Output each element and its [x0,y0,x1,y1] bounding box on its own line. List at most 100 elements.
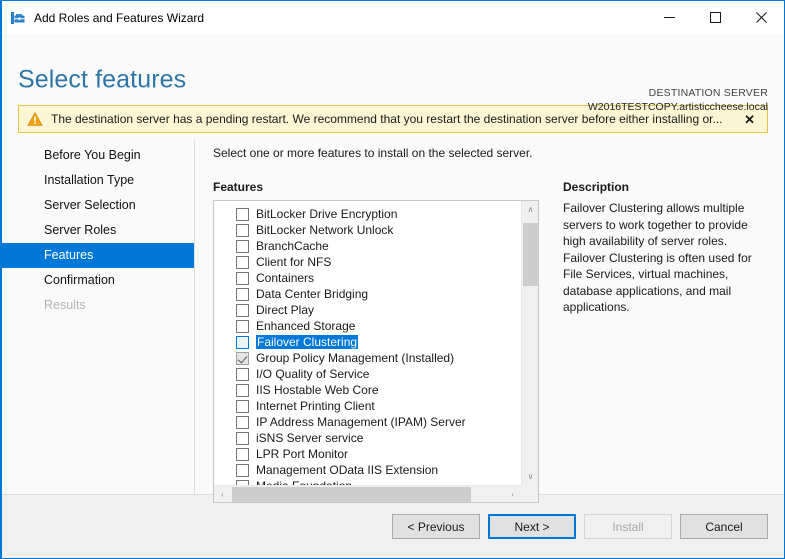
scrollbar-corner [521,485,538,502]
horizontal-scrollbar-thumb[interactable] [232,487,471,502]
list-item[interactable]: iSNS Server service [214,430,521,446]
checkbox[interactable] [236,304,249,317]
list-item-label: Enhanced Storage [256,319,355,333]
list-item[interactable]: LPR Port Monitor [214,446,521,462]
list-item-label: Containers [256,271,314,285]
minimize-icon [664,12,675,23]
checkbox[interactable] [236,432,249,445]
list-item[interactable]: BitLocker Network Unlock [214,222,521,238]
scroll-right-icon[interactable]: › [504,486,521,503]
sidebar-item-before-you-begin[interactable]: Before You Begin [2,143,194,168]
list-item-label: BitLocker Drive Encryption [256,207,397,221]
list-item[interactable]: IIS Hostable Web Core [214,382,521,398]
features-pane: Features BitLocker Drive Encryption [213,180,539,503]
features-horizontal-scrollbar[interactable]: ‹ › [214,485,521,502]
features-heading: Features [213,180,539,194]
list-item-label: LPR Port Monitor [256,447,348,461]
title-bar: Add Roles and Features Wizard [2,1,784,34]
content-area: Select one or more features to install o… [195,139,784,494]
list-item-label: Internet Printing Client [256,399,375,413]
scroll-up-icon[interactable]: ∧ [522,201,539,218]
features-vertical-scrollbar[interactable]: ∧ ∨ [521,201,538,485]
checkbox[interactable] [236,256,249,269]
checkbox[interactable] [236,400,249,413]
checkbox[interactable] [236,208,249,221]
close-button[interactable] [738,1,784,34]
minimize-button[interactable] [646,1,692,34]
page-title: Select features [18,66,186,95]
list-item[interactable]: BranchCache [214,238,521,254]
sidebar-item-confirmation[interactable]: Confirmation [2,268,194,293]
checkbox[interactable] [236,288,249,301]
destination-server-label: DESTINATION SERVER [588,86,768,100]
maximize-button[interactable] [692,1,738,34]
checkbox[interactable] [236,384,249,397]
list-item-label: BitLocker Network Unlock [256,223,393,237]
checkbox[interactable] [236,336,249,349]
description-heading: Description [563,180,768,194]
install-button: Install [584,514,672,539]
previous-button[interactable]: < Previous [392,514,480,539]
checkbox[interactable] [236,240,249,253]
features-listbox[interactable]: BitLocker Drive Encryption BitLocker Net… [213,200,539,503]
checkbox[interactable] [236,464,249,477]
list-item-label: Data Center Bridging [256,287,368,301]
next-button[interactable]: Next > [488,514,576,539]
list-item-label: Failover Clustering [256,335,358,349]
list-item-label: Group Policy Management (Installed) [256,351,454,365]
checkbox[interactable] [236,224,249,237]
cancel-button[interactable]: Cancel [680,514,768,539]
content-subtitle: Select one or more features to install o… [213,146,768,160]
list-item-label: Direct Play [256,303,314,317]
list-item[interactable]: Enhanced Storage [214,318,521,334]
checkbox[interactable] [236,272,249,285]
list-item-label: Management OData IIS Extension [256,463,438,477]
list-item[interactable]: Internet Printing Client [214,398,521,414]
list-item[interactable]: Management OData IIS Extension [214,462,521,478]
add-roles-and-features-wizard-window: Add Roles and Features Wizard Select fea… [0,0,785,559]
description-pane: Description Failover Clustering allows m… [539,180,768,503]
checkbox[interactable] [236,320,249,333]
sidebar-item-installation-type[interactable]: Installation Type [2,168,194,193]
toolbox-icon [10,10,26,26]
list-item-label: I/O Quality of Service [256,367,369,381]
window-controls [646,1,784,34]
features-list-viewport: BitLocker Drive Encryption BitLocker Net… [214,201,521,485]
checkbox[interactable] [236,448,249,461]
scroll-down-icon[interactable]: ∨ [522,468,539,485]
content-panes: Features BitLocker Drive Encryption [213,180,768,503]
list-item-failover-clustering[interactable]: Failover Clustering [214,334,521,350]
features-list: BitLocker Drive Encryption BitLocker Net… [214,201,521,485]
list-item[interactable]: Data Center Bridging [214,286,521,302]
list-item[interactable]: Media Foundation [214,478,521,485]
checkbox[interactable] [236,416,249,429]
checkbox[interactable] [236,368,249,381]
warning-triangle-icon [27,111,43,127]
list-item[interactable]: Containers [214,270,521,286]
list-item[interactable]: Client for NFS [214,254,521,270]
destination-server-block: DESTINATION SERVER W2016TESTCOPY.artisti… [588,86,768,114]
wizard-step-navigation: Before You Begin Installation Type Serve… [2,139,195,494]
description-text: Failover Clustering allows multiple serv… [563,200,768,316]
list-item[interactable]: BitLocker Drive Encryption [214,206,521,222]
sidebar-item-results: Results [2,293,194,318]
list-item-group-policy-management[interactable]: Group Policy Management (Installed) [214,350,521,366]
checkbox [236,352,249,365]
wizard-body: Before You Begin Installation Type Serve… [2,139,784,494]
sidebar-item-server-roles[interactable]: Server Roles [2,218,194,243]
list-item[interactable]: IP Address Management (IPAM) Server [214,414,521,430]
wizard-footer: < Previous Next > Install Cancel [2,494,784,558]
banner-close-icon[interactable]: ✕ [738,113,761,126]
list-item-label: iSNS Server service [256,431,363,445]
scroll-left-icon[interactable]: ‹ [214,486,231,503]
vertical-scrollbar-thumb[interactable] [523,223,538,286]
maximize-icon [710,12,721,23]
list-item-label: BranchCache [256,239,329,253]
sidebar-item-server-selection[interactable]: Server Selection [2,193,194,218]
list-item[interactable]: Direct Play [214,302,521,318]
list-item[interactable]: I/O Quality of Service [214,366,521,382]
list-item-label: IIS Hostable Web Core [256,383,379,397]
sidebar-item-features[interactable]: Features [2,243,194,268]
destination-server-name: W2016TESTCOPY.artisticcheese.local [588,100,768,114]
list-item-label: Client for NFS [256,255,331,269]
